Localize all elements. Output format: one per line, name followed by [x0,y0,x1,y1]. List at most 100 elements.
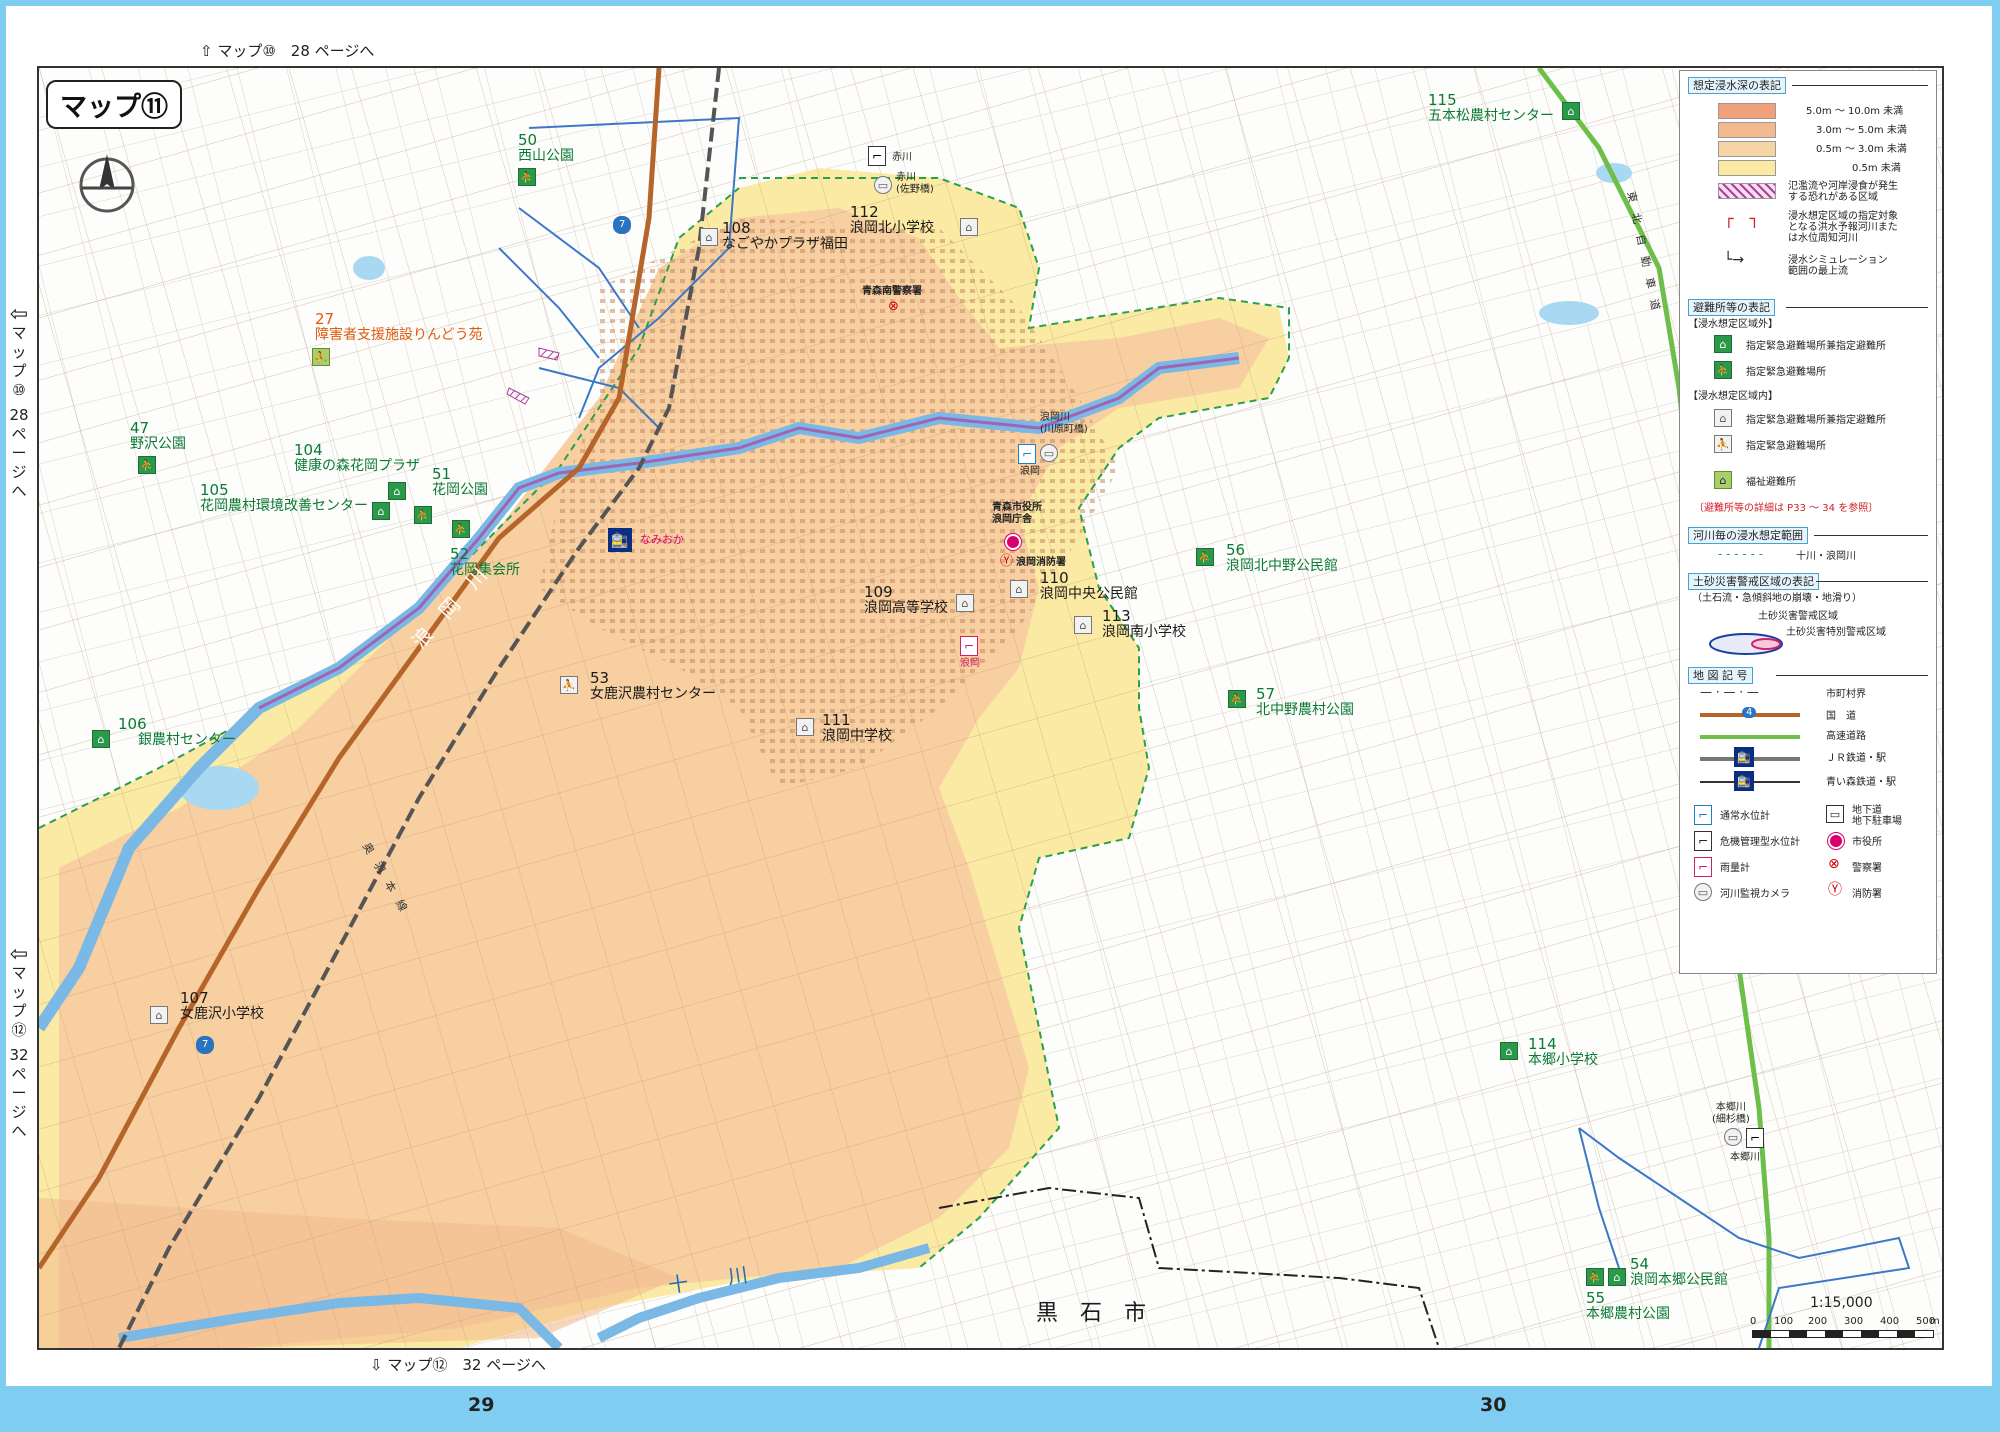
facility-56[interactable]: 56 浪岡北中野公民館 [1226,542,1338,574]
legend-site-inside-icon: ⛹ [1714,435,1732,453]
facility-106[interactable]: 106 銀農村センター [118,716,236,748]
legend-dashed-green: - - - - - - [1718,547,1764,561]
legend-depth-swatch-1 [1718,103,1776,119]
evac-shelter-inside-icon: ⌂ [150,1006,168,1024]
city-office-name: 青森市役所 浪岡庁舎 [992,502,1042,525]
facility-115[interactable]: 115 五本松農村センター [1428,92,1554,124]
legend-river-camera-icon: ▭ [1694,883,1712,901]
legend-symbols-title: 地 図 記 号 [1688,667,1753,684]
fire-station-icon: Ⓨ [1000,554,1014,569]
evac-site-inside-icon: ⛹ [560,676,578,694]
namioka-bridge-label: 浪岡川 (川原町橋) [1040,412,1088,435]
evac-site-icon: ⛹ [414,506,432,524]
facility-47[interactable]: 47 野沢公園 [130,420,186,452]
facility-51[interactable]: 51 花岡公園 [432,466,488,498]
legend-sim-symbol: └→ [1724,252,1745,268]
station-name: なみおか [640,533,684,546]
map-canvas[interactable] [39,68,1942,1348]
facility-55[interactable]: 55 本郷農村公園 [1586,1290,1670,1322]
city-kuroishi: 黒 石 市 [1036,1301,1147,1326]
legend-depth-swatch-3 [1718,141,1776,157]
legend-rain-gauge-icon: ⌐ [1694,857,1712,877]
fire-station-name: 浪岡消防署 [1016,557,1066,568]
map-page: ⇧ マップ⑩ 28 ページへ ⇩ マップ⑫ 32 ページへ ⇦ マ ッ プ ⑩ … [0,0,2000,1432]
map-area[interactable] [37,66,1944,1350]
facility-50[interactable]: 50 西山公園 [518,132,574,164]
arrow-left-icon: ⇦ [9,942,29,967]
police-icon: ⊗ [888,299,899,314]
nav-top-link[interactable]: ⇧ マップ⑩ 28 ページへ [200,40,374,61]
arrow-left-icon: ⇦ [9,302,29,327]
legend-welfare-icon: ⌂ [1714,471,1732,489]
legend-shelter-outside-icon: ⌂ [1714,335,1732,353]
legend-underpass-icon: ▭ [1826,805,1844,823]
nav-bottom-link[interactable]: ⇩ マップ⑫ 32 ページへ [370,1354,546,1375]
evac-site-icon: ⛹ [452,520,470,538]
river-camera-icon[interactable]: ▭ [1724,1128,1742,1146]
evac-shelter-icon: ⌂ [1562,102,1580,120]
facility-108[interactable]: 108 なごやかプラザ福田 [722,220,848,252]
page-number-right: 30 [1480,1394,1507,1416]
crisis-gauge-icon[interactable]: ⌐ [1746,1128,1764,1148]
pond-small [353,256,385,280]
nav-top-text: マップ⑩ 28 ページへ [217,42,375,60]
legend-sediment-symbol [1709,633,1783,655]
gauge-hongo-label: 本郷川 [1730,1152,1760,1163]
gauge-namioka-label: 浪岡 [1020,466,1040,477]
page-number-left: 29 [468,1394,495,1416]
facility-112[interactable]: 112 浪岡北小学校 [850,204,934,236]
legend-crisis-gauge-icon: ⌐ [1694,831,1712,851]
legend-flood-title: 想定浸水深の表記 [1688,77,1786,94]
evac-shelter-icon: ⌂ [388,482,406,500]
akagawa-bridge-label: 赤川 (佐野橋) [896,172,934,195]
evac-site-icon: ⛹ [1586,1268,1604,1286]
nav-left-upper[interactable]: ⇦ マ ッ プ ⑩ 28 ペ ー ジ へ [6,302,32,501]
evac-shelter-inside-icon: ⌂ [796,718,814,736]
legend-police-icon: ⊗ [1828,856,1840,872]
city-office-icon[interactable] [1005,534,1021,550]
legend-aoimori-station-icon: 🚉 [1734,771,1754,791]
rain-gauge-icon[interactable]: ⌐ [960,636,978,656]
facility-110[interactable]: 110 浪岡中央公民館 [1040,570,1138,602]
water-gauge-icon[interactable]: ⌐ [1018,444,1036,464]
legend-city-office-icon [1828,833,1844,849]
river-camera-icon[interactable]: ▭ [874,176,892,194]
evac-shelter-inside-icon: ⌂ [1010,580,1028,598]
facility-104[interactable]: 104 健康の森花岡プラザ [294,442,420,474]
facility-53[interactable]: 53 女鹿沢農村センター [590,670,716,702]
rain-gauge-label: 浪岡 [960,658,980,669]
facility-107[interactable]: 107 女鹿沢小学校 [180,990,264,1022]
facility-105[interactable]: 105 花岡農村環境改善センター [200,482,368,514]
evac-site-icon: ⛹ [138,456,156,474]
map-legend: 想定浸水深の表記 5.0m ～ 10.0m 未満 3.0m ～ 5.0m 未満 … [1679,70,1937,974]
legend-shelter-title: 避難所等の表記 [1688,299,1775,316]
facility-114[interactable]: 114 本郷小学校 [1528,1036,1598,1068]
evac-shelter-icon: ⌂ [92,730,110,748]
evac-shelter-inside-icon: ⌂ [956,594,974,612]
evac-shelter-icon: ⌂ [1608,1268,1626,1286]
legend-hazard-swatch [1718,183,1776,199]
facility-113[interactable]: 113 浪岡南小学校 [1102,608,1186,640]
facility-111[interactable]: 111 浪岡中学校 [822,712,892,744]
evac-shelter-icon: ⌂ [1500,1042,1518,1060]
route7-shield-north: 7 [613,216,632,234]
facility-54[interactable]: 54 浪岡本郷公民館 [1630,1256,1728,1288]
legend-site-outside-icon: ⛹ [1714,361,1732,379]
legend-fire-icon: Ⓨ [1828,882,1842,898]
facility-27[interactable]: 27 障害者支援施設りんどう苑 [315,311,483,343]
nav-bottom-text: マップ⑫ 32 ページへ [387,1356,546,1374]
river-camera-icon[interactable]: ▭ [1040,444,1058,462]
map-title: マップ⑪ [46,80,182,129]
gauge-akagawa-label: 赤川 [892,152,912,163]
nav-left-lower[interactable]: ⇦ マ ッ プ ⑫ 32 ペ ー ジ へ [6,942,32,1141]
crisis-gauge-icon[interactable]: ⌐ [868,146,886,166]
facility-109[interactable]: 109 浪岡高等学校 [864,584,948,616]
train-station-icon[interactable]: 🚉 [608,528,632,552]
evac-site-icon: ⛹ [1196,548,1214,566]
evac-site-icon: ⛹ [1228,690,1246,708]
pond-east [1539,301,1599,325]
legend-shelter-inside-icon: ⌂ [1714,409,1732,427]
facility-57[interactable]: 57 北中野農村公園 [1256,686,1354,718]
legend-river-range-title: 河川毎の浸水想定範囲 [1688,527,1808,544]
route7-shield-south: 7 [196,1036,215,1054]
